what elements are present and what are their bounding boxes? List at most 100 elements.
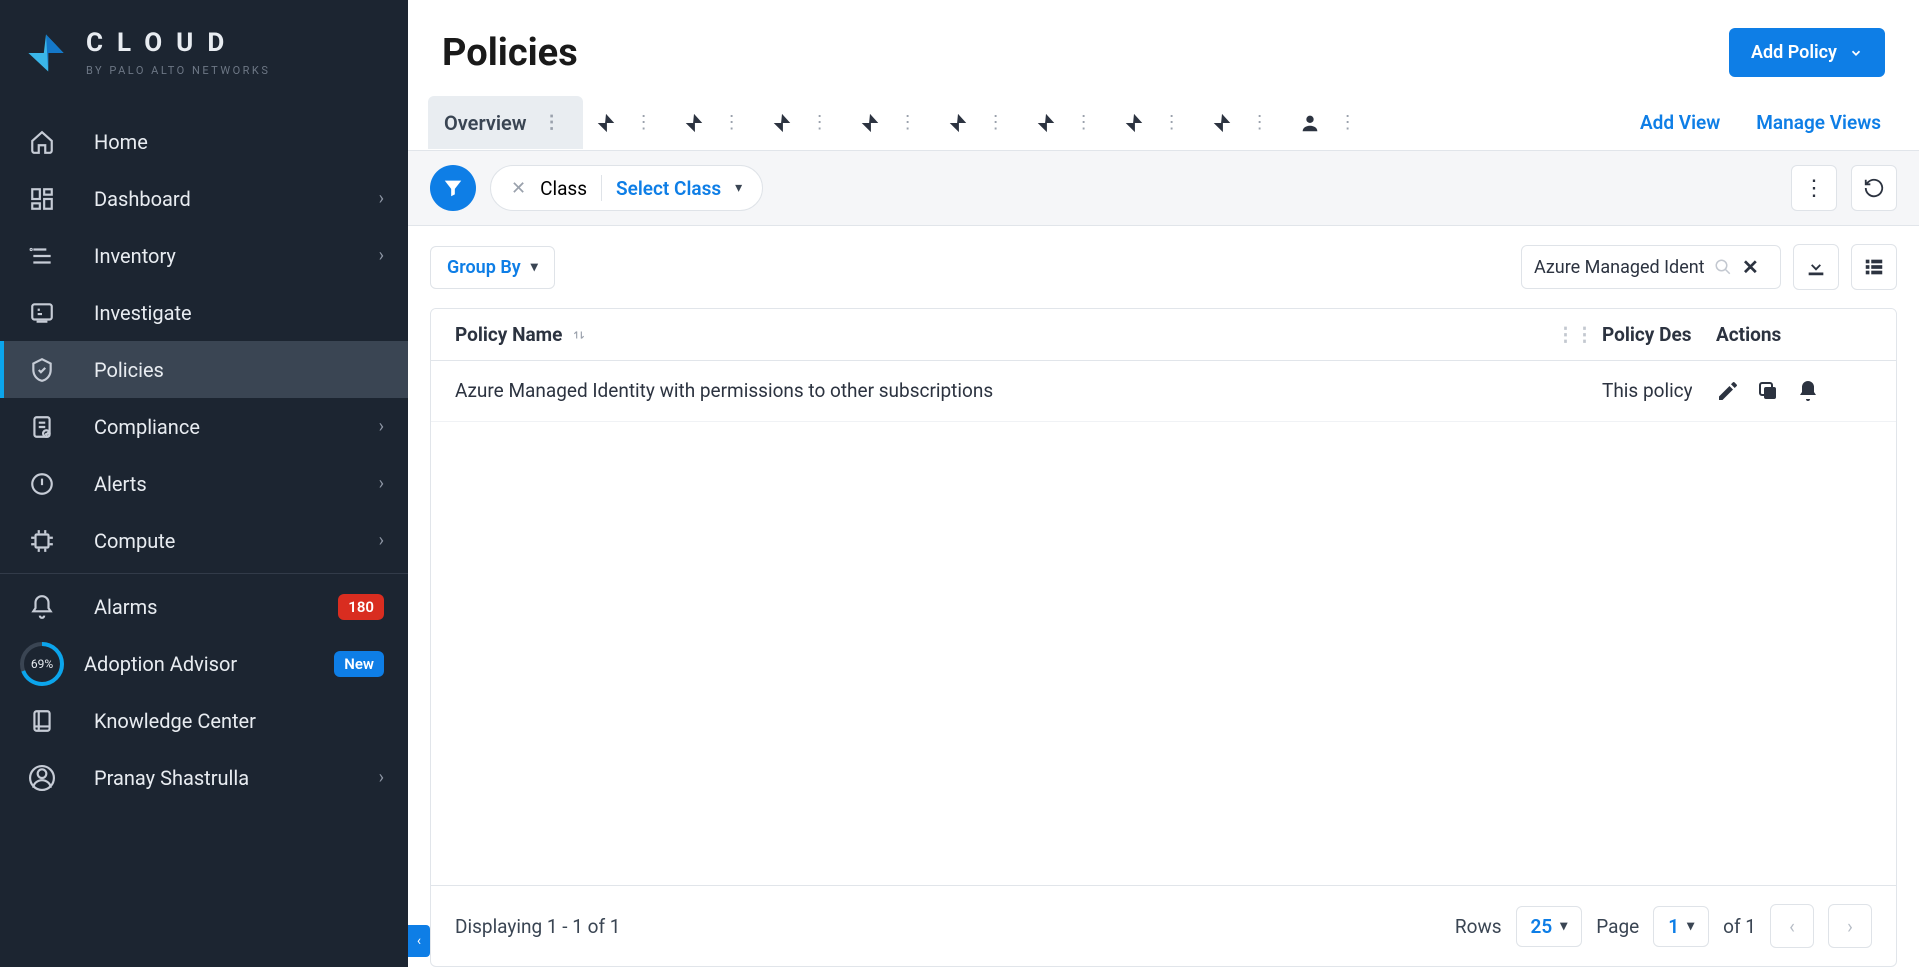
chevron-right-icon: › — [379, 530, 384, 551]
nav-dashboard[interactable]: Dashboard › — [0, 170, 408, 227]
search-icon — [1714, 258, 1732, 276]
tab-label: Overview — [444, 111, 527, 135]
copy-icon[interactable] — [1756, 379, 1780, 403]
brand-subtitle: BY PALO ALTO NETWORKS — [86, 64, 270, 77]
reset-filters-button[interactable] — [1851, 165, 1897, 211]
tab-view-2[interactable]: ⋮ — [671, 108, 759, 137]
tab-view-1[interactable]: ⋮ — [583, 108, 671, 137]
nav-label: Knowledge Center — [94, 709, 384, 733]
prisma-tab-icon — [859, 112, 881, 134]
bell-icon[interactable] — [1796, 379, 1820, 403]
prisma-tab-icon — [1035, 112, 1057, 134]
tab-menu-icon[interactable]: ⋮ — [1157, 108, 1187, 137]
tab-view-7[interactable]: ⋮ — [1111, 108, 1199, 137]
tab-menu-icon[interactable]: ⋮ — [805, 108, 835, 137]
add-view-link[interactable]: Add View — [1622, 111, 1738, 134]
clear-search-icon[interactable]: ✕ — [1742, 255, 1759, 279]
download-icon — [1805, 256, 1827, 278]
manage-views-link[interactable]: Manage Views — [1738, 111, 1899, 134]
tab-menu-icon[interactable]: ⋮ — [1069, 108, 1099, 137]
tab-view-4[interactable]: ⋮ — [847, 108, 935, 137]
nav-user-profile[interactable]: Pranay Shastrulla › — [0, 749, 408, 806]
column-settings-button[interactable] — [1851, 244, 1897, 290]
select-class-button[interactable]: Select Class — [616, 177, 721, 200]
tab-view-user[interactable]: ⋮ — [1287, 108, 1375, 137]
column-drag-handle[interactable]: ⋮⋮ — [1548, 323, 1602, 346]
table-header: Policy Name ⋮⋮ Policy Des Actions — [431, 309, 1896, 361]
displaying-count: Displaying 1 - 1 of 1 — [455, 915, 620, 938]
filter-bar: ✕ Class Select Class ▾ ⋮ — [408, 151, 1919, 226]
nav-home[interactable]: Home — [0, 113, 408, 170]
chevron-right-icon: › — [379, 416, 384, 437]
nav-compute[interactable]: Compute › — [0, 512, 408, 569]
tab-view-6[interactable]: ⋮ — [1023, 108, 1111, 137]
nav-policies[interactable]: Policies — [0, 341, 408, 398]
col-header-desc[interactable]: Policy Des — [1602, 323, 1692, 346]
nav-alerts[interactable]: Alerts › — [0, 455, 408, 512]
alarms-badge: 180 — [338, 594, 384, 620]
list-columns-icon — [1863, 256, 1885, 278]
table-row[interactable]: Azure Managed Identity with permissions … — [431, 361, 1896, 422]
nav-label: Dashboard — [94, 187, 379, 211]
filter-chip-class: ✕ Class Select Class ▾ — [490, 165, 763, 211]
group-by-button[interactable]: Group By ▾ — [430, 246, 555, 289]
col-header-actions: Actions — [1692, 323, 1872, 346]
table-footer: Displaying 1 - 1 of 1 Rows 25 ▾ Page 1 ▾… — [431, 885, 1896, 966]
nav-label: Compute — [94, 529, 379, 553]
page-label: Page — [1596, 915, 1639, 938]
tab-menu-icon[interactable]: ⋮ — [1333, 108, 1363, 137]
undo-icon — [1863, 177, 1885, 199]
nav-adoption-advisor[interactable]: 69% Adoption Advisor New — [0, 635, 408, 692]
investigate-icon — [28, 299, 56, 327]
page-of-label: of 1 — [1723, 915, 1756, 938]
tab-view-5[interactable]: ⋮ — [935, 108, 1023, 137]
tab-menu-icon[interactable]: ⋮ — [629, 108, 659, 137]
chevron-down-icon: ▾ — [1687, 918, 1694, 934]
filter-more-button[interactable]: ⋮ — [1791, 165, 1837, 211]
tab-menu-icon[interactable]: ⋮ — [717, 108, 747, 137]
search-input[interactable] — [1534, 257, 1704, 278]
tab-menu-icon[interactable]: ⋮ — [1245, 108, 1275, 137]
rows-per-page-select[interactable]: 25 ▾ — [1516, 906, 1583, 947]
new-badge: New — [334, 651, 384, 677]
nav-investigate[interactable]: Investigate — [0, 284, 408, 341]
page-number-select[interactable]: 1 ▾ — [1653, 906, 1709, 947]
brand-logo[interactable]: CLOUD BY PALO ALTO NETWORKS — [0, 0, 408, 113]
tab-menu-icon[interactable]: ⋮ — [981, 108, 1011, 137]
add-policy-button[interactable]: Add Policy — [1729, 28, 1885, 77]
tab-view-8[interactable]: ⋮ — [1199, 108, 1287, 137]
nav-label: Policies — [94, 358, 384, 382]
tab-view-3[interactable]: ⋮ — [759, 108, 847, 137]
prisma-tab-icon — [1211, 112, 1233, 134]
tab-overview[interactable]: Overview ⋮ — [428, 96, 583, 149]
book-icon — [28, 707, 56, 735]
nav-compliance[interactable]: Compliance › — [0, 398, 408, 455]
person-tab-icon — [1299, 112, 1321, 134]
collapse-sidebar-button[interactable]: ‹ — [408, 925, 430, 957]
row-actions — [1692, 379, 1872, 403]
tab-menu-icon[interactable]: ⋮ — [893, 108, 923, 137]
sidebar: CLOUD BY PALO ALTO NETWORKS Home Dashboa… — [0, 0, 408, 967]
col-header-name[interactable]: Policy Name — [455, 323, 1548, 346]
nav-knowledge-center[interactable]: Knowledge Center — [0, 692, 408, 749]
edit-icon[interactable] — [1716, 379, 1740, 403]
funnel-icon — [442, 177, 464, 199]
main-content: ‹ Policies Add Policy Overview ⋮ ⋮ ⋮ ⋮ ⋮… — [408, 0, 1919, 967]
group-by-label: Group By — [447, 257, 521, 278]
nav-inventory[interactable]: Inventory › — [0, 227, 408, 284]
primary-nav: Home Dashboard › Inventory › Investigate… — [0, 113, 408, 569]
chevron-down-icon: ▾ — [1560, 918, 1567, 934]
filter-toggle-button[interactable] — [430, 165, 476, 211]
nav-label: Inventory — [94, 244, 379, 268]
nav-alarms[interactable]: Alarms 180 — [0, 578, 408, 635]
nav-label: Alarms — [94, 595, 338, 619]
remove-filter-icon[interactable]: ✕ — [511, 178, 526, 199]
next-page-button[interactable]: › — [1828, 904, 1872, 948]
home-icon — [28, 128, 56, 156]
tab-menu-icon[interactable]: ⋮ — [537, 108, 567, 137]
filter-chip-label: Class — [540, 177, 587, 200]
nav-label: Investigate — [94, 301, 384, 325]
add-policy-label: Add Policy — [1751, 42, 1837, 63]
download-button[interactable] — [1793, 244, 1839, 290]
prev-page-button[interactable]: ‹ — [1770, 904, 1814, 948]
